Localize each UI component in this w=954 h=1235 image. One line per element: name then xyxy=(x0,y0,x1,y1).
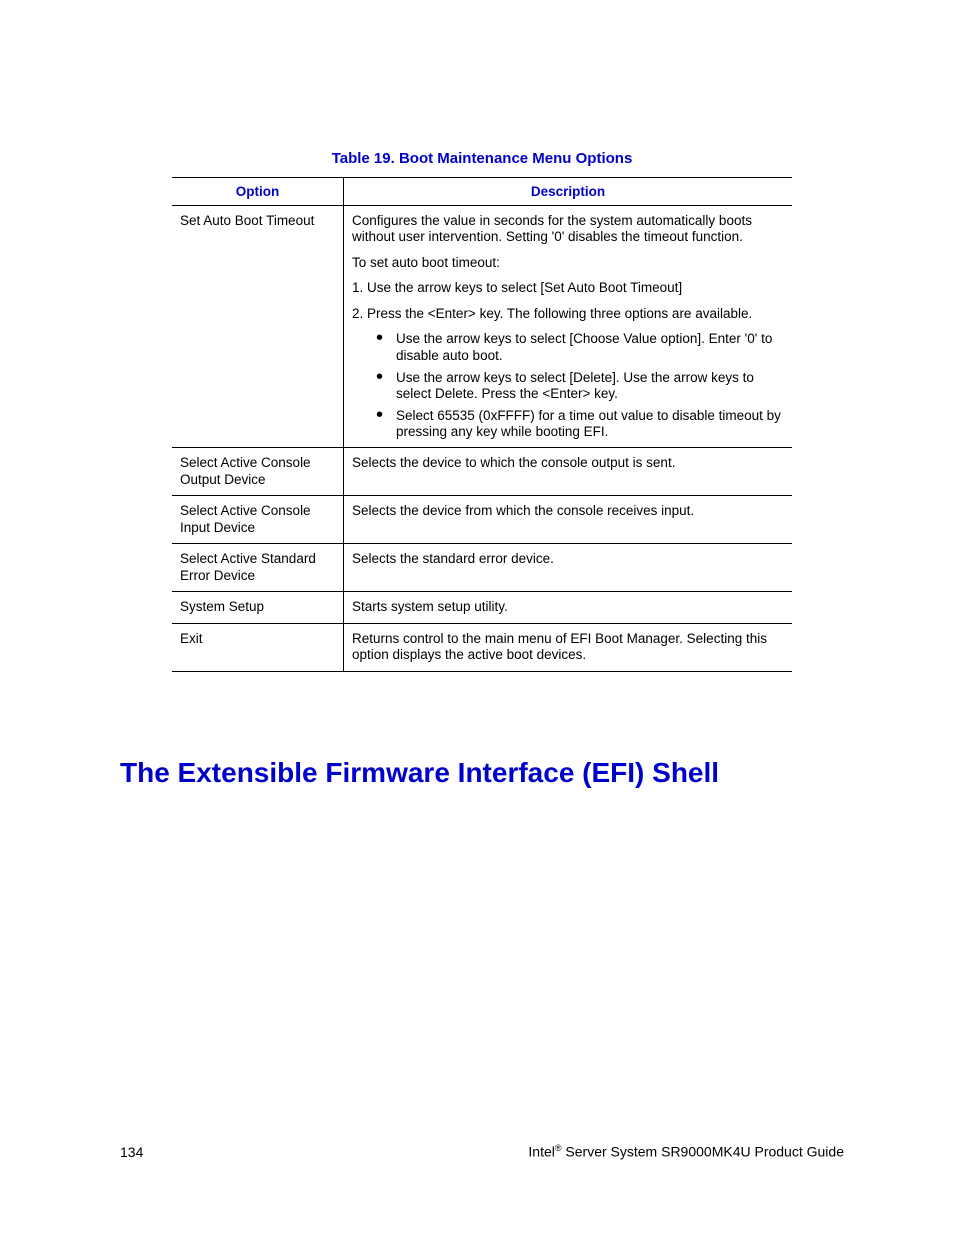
section-heading: The Extensible Firmware Interface (EFI) … xyxy=(120,757,844,789)
boot-maintenance-table: Option Description Set Auto Boot Timeout… xyxy=(172,177,792,672)
cell-description: Selects the device from which the consol… xyxy=(344,496,793,544)
bullet-item: Select 65535 (0xFFFF) for a time out val… xyxy=(376,408,784,440)
desc-text: 1. Use the arrow keys to select [Set Aut… xyxy=(352,280,784,296)
footer-product: Intel® Server System SR9000MK4U Product … xyxy=(528,1143,844,1160)
table-row: Select Active Console Input Device Selec… xyxy=(172,496,792,544)
table-row: System Setup Starts system setup utility… xyxy=(172,592,792,623)
header-option: Option xyxy=(172,178,344,206)
desc-text: To set auto boot timeout: xyxy=(352,255,784,271)
header-description: Description xyxy=(344,178,793,206)
bullet-item: Use the arrow keys to select [Delete]. U… xyxy=(376,370,784,402)
table-row: Exit Returns control to the main menu of… xyxy=(172,623,792,671)
cell-option: Select Active Console Output Device xyxy=(172,448,344,496)
bullet-list: Use the arrow keys to select [Choose Val… xyxy=(352,331,784,440)
cell-description: Configures the value in seconds for the … xyxy=(344,206,793,448)
cell-description: Selects the device to which the console … xyxy=(344,448,793,496)
table-caption: Table 19. Boot Maintenance Menu Options xyxy=(120,150,844,167)
desc-text: Configures the value in seconds for the … xyxy=(352,213,784,246)
cell-option: Exit xyxy=(172,623,344,671)
bullet-item: Use the arrow keys to select [Choose Val… xyxy=(376,331,784,363)
table-header-row: Option Description xyxy=(172,178,792,206)
cell-option: Select Active Console Input Device xyxy=(172,496,344,544)
footer-product-name: Server System SR9000MK4U Product Guide xyxy=(562,1144,844,1160)
cell-option: Set Auto Boot Timeout xyxy=(172,206,344,448)
cell-option: System Setup xyxy=(172,592,344,623)
table-row: Set Auto Boot Timeout Configures the val… xyxy=(172,206,792,448)
cell-option: Select Active Standard Error Device xyxy=(172,544,344,592)
desc-text: 2. Press the <Enter> key. The following … xyxy=(352,306,784,322)
cell-description: Selects the standard error device. xyxy=(344,544,793,592)
footer-brand: Intel xyxy=(528,1144,554,1160)
registered-icon: ® xyxy=(555,1143,562,1153)
table-row: Select Active Standard Error Device Sele… xyxy=(172,544,792,592)
page-footer: 134 Intel® Server System SR9000MK4U Prod… xyxy=(120,1143,844,1160)
page-number: 134 xyxy=(120,1144,143,1160)
table-row: Select Active Console Output Device Sele… xyxy=(172,448,792,496)
cell-description: Returns control to the main menu of EFI … xyxy=(344,623,793,671)
page: Table 19. Boot Maintenance Menu Options … xyxy=(0,0,954,1235)
cell-description: Starts system setup utility. xyxy=(344,592,793,623)
